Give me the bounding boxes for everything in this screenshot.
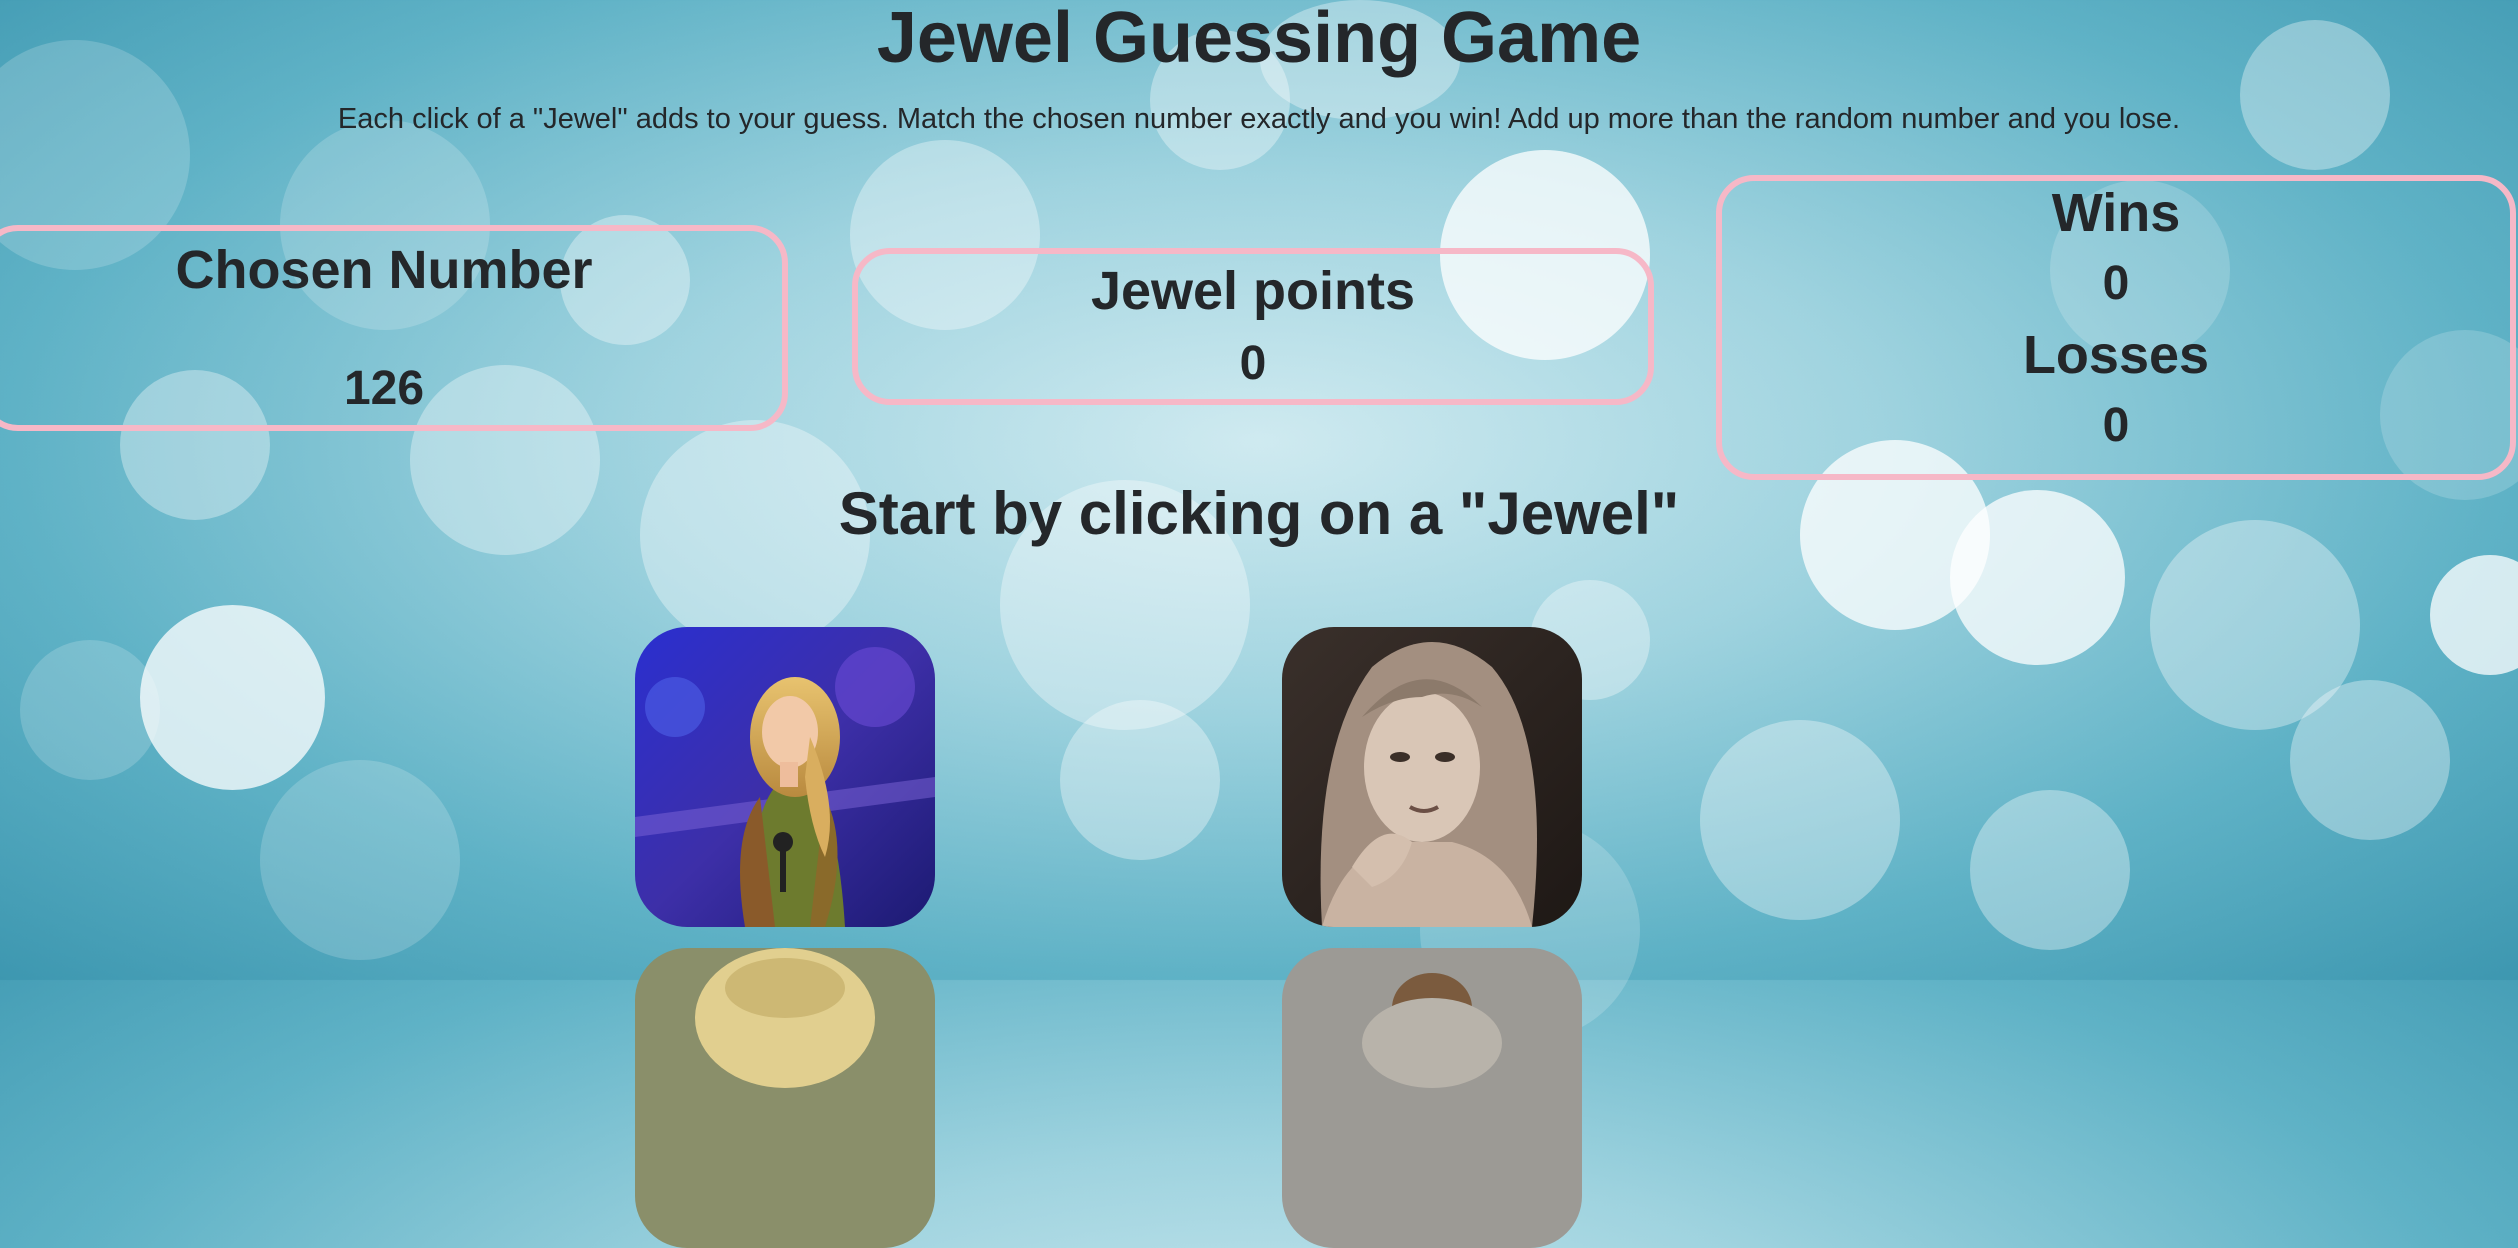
jewel-button-3[interactable]	[635, 948, 935, 1248]
wins-value: 0	[2102, 257, 2130, 310]
bokeh-light	[2150, 520, 2360, 730]
wins-label: Wins	[2051, 183, 2181, 243]
jewel-photo-2	[1282, 627, 1582, 927]
bokeh-light	[1970, 790, 2130, 950]
jewel-points-panel: Jewel points 0	[852, 248, 1654, 405]
losses-value: 0	[2102, 399, 2130, 452]
bokeh-light	[20, 640, 160, 780]
chosen-number-panel: Chosen Number 126	[0, 225, 788, 431]
chosen-number-value: 126	[343, 362, 425, 415]
losses-label: Losses	[2022, 325, 2210, 385]
jewel-points-label: Jewel points	[1090, 261, 1416, 321]
bokeh-light	[1700, 720, 1900, 920]
score-panel: Wins 0 Losses 0	[1716, 175, 2516, 480]
start-prompt: Start by clicking on a "Jewel"	[838, 480, 1680, 547]
bokeh-light	[2430, 555, 2518, 675]
page-title: Jewel Guessing Game	[876, 0, 1642, 78]
jewel-photo-3	[635, 948, 935, 1248]
bokeh-light	[260, 760, 460, 960]
jewel-button-2[interactable]	[1282, 627, 1582, 927]
jewel-points-value: 0	[1239, 337, 1267, 390]
jewel-photo-4	[1282, 948, 1582, 1248]
bokeh-light	[2290, 680, 2450, 840]
jewel-button-4[interactable]	[1282, 948, 1582, 1248]
bokeh-light	[1060, 700, 1220, 860]
jewel-photo-1	[635, 627, 935, 927]
chosen-number-label: Chosen Number	[175, 240, 593, 300]
bokeh-light	[140, 605, 325, 790]
jewel-button-1[interactable]	[635, 627, 935, 927]
game-instructions: Each click of a "Jewel" adds to your gue…	[337, 103, 2181, 135]
